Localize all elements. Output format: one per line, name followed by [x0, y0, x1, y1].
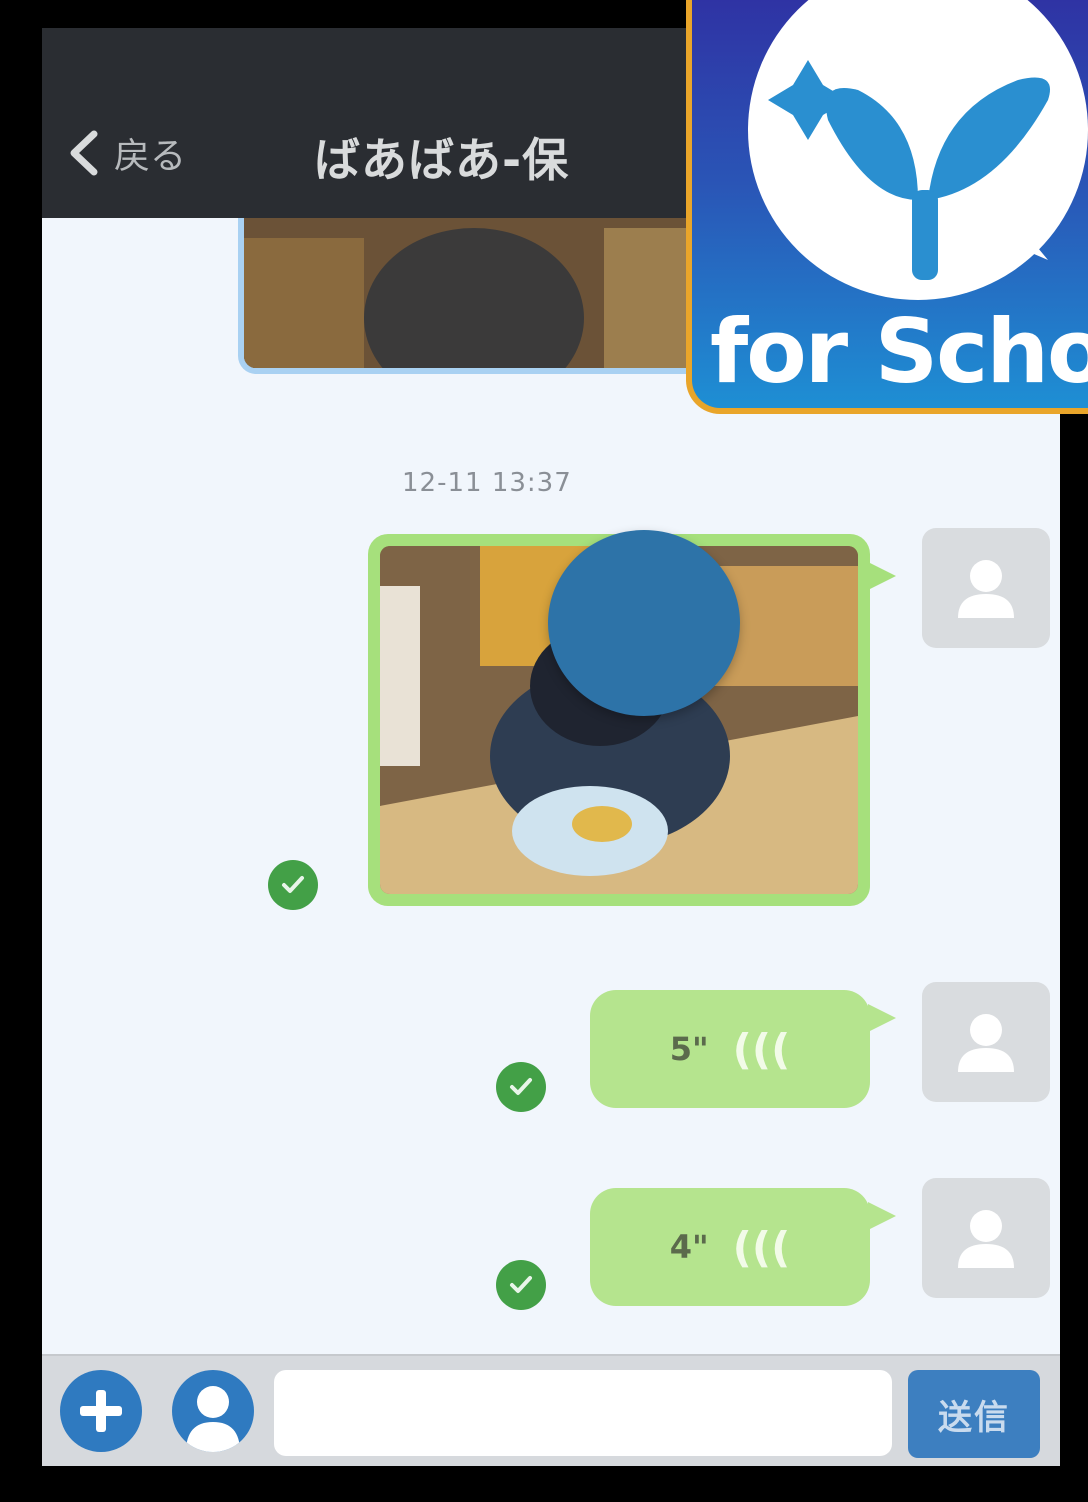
read-check-icon: [496, 1260, 546, 1310]
voice-duration: 5": [669, 1030, 709, 1068]
back-label: 戻る: [114, 136, 187, 177]
plus-icon: [80, 1390, 122, 1432]
person-icon: [958, 1014, 1014, 1072]
person-icon: [186, 1386, 240, 1452]
read-check-icon: [268, 860, 318, 910]
person-icon: [958, 560, 1014, 618]
message-input-bar: 送信: [42, 1354, 1060, 1466]
avatar: [922, 982, 1050, 1102]
bubble-tail: [868, 1004, 896, 1032]
sound-wave-icon: (((: [732, 1024, 791, 1074]
message-input[interactable]: [274, 1370, 892, 1456]
read-check-icon: [496, 1062, 546, 1112]
bubble-tail: [868, 562, 896, 590]
send-button[interactable]: 送信: [908, 1370, 1040, 1458]
contact-button[interactable]: [172, 1370, 254, 1452]
chevron-left-icon: [70, 130, 98, 176]
voice-message[interactable]: 5" (((: [590, 990, 870, 1108]
photo-thumbnail: [244, 218, 714, 368]
sound-wave-icon: (((: [732, 1222, 791, 1272]
badge-label: for Schoo: [710, 300, 1088, 403]
app-logo-badge: for Schoo: [686, 0, 1088, 414]
sprout-icon: [768, 60, 1050, 280]
received-photo[interactable]: [238, 218, 720, 374]
voice-duration: 4": [669, 1228, 709, 1266]
chat-title: ばあばあ-保: [314, 133, 570, 187]
voice-message[interactable]: 4" (((: [590, 1188, 870, 1306]
play-button[interactable]: [548, 530, 740, 716]
message-timestamp: 12-11 13:37: [402, 468, 572, 498]
bubble-tail: [868, 1202, 896, 1230]
back-button[interactable]: 戻る: [64, 123, 186, 183]
person-icon: [958, 1210, 1014, 1268]
avatar: [922, 528, 1050, 648]
attach-button[interactable]: [60, 1370, 142, 1452]
avatar: [922, 1178, 1050, 1298]
